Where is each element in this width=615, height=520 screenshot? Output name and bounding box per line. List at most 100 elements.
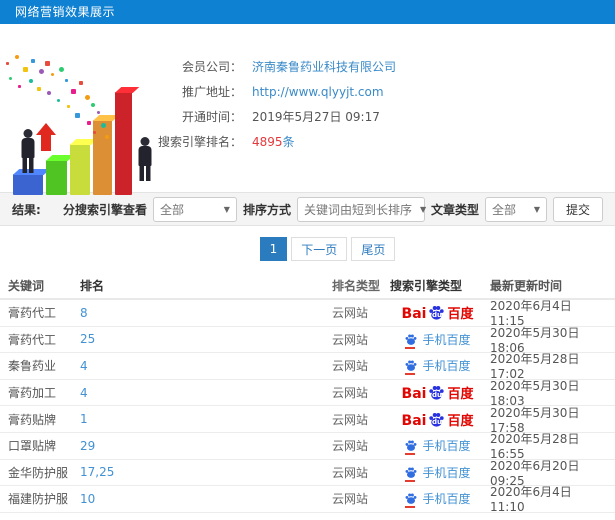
company-link[interactable]: 济南秦鲁药业科技有限公司 — [252, 58, 396, 75]
confetti-dot — [23, 67, 28, 72]
mobile-baidu-paw-icon — [404, 359, 418, 376]
column-header: 搜索引擎类型 — [390, 278, 463, 293]
mobile-baidu-logo: 手机百度 — [404, 490, 471, 509]
column-header: 最新更新时间 — [490, 278, 563, 293]
ranking-table: 关键词 排名 排名类型 搜索引擎类型 最新更新时间 膏药代工 8 云网站 Bai du … — [0, 272, 615, 514]
pagination: 1 下一页 尾页 — [0, 226, 615, 272]
sort-selected-value: 关键词由短到长排序 — [303, 202, 412, 217]
illustration-bar-green — [46, 160, 67, 195]
confetti-dot — [75, 113, 80, 118]
confetti-dot — [101, 123, 106, 128]
open-time-label: 开通时间： — [181, 110, 242, 124]
account-info-fields: 会员公司： 济南秦鲁药业科技有限公司 推广地址： http://www.qlyy… — [130, 54, 600, 154]
rank-link[interactable]: 25 — [80, 332, 95, 346]
baidu-paw-icon: du — [427, 384, 446, 401]
article-type-select[interactable]: 全部 ▼ — [484, 196, 547, 222]
rank-cell: 4 — [80, 386, 332, 400]
account-info-section: 会员公司： 济南秦鲁药业科技有限公司 推广地址： http://www.qlyy… — [0, 24, 615, 195]
rank-cell: 1 — [80, 412, 332, 426]
filter-controls: 分搜索引擎查看 全部 ▼ 排序方式 关键词由短到长排序 ▼ 文章类型 全部 ▼ … — [63, 196, 603, 222]
article-type-selected-value: 全部 — [491, 202, 516, 217]
engine-cell: Bai du 百度 — [390, 411, 485, 428]
confetti-dot — [87, 121, 91, 125]
baidu-logo: Bai du 百度 — [402, 411, 474, 429]
confetti-dot — [105, 135, 109, 139]
rank-count-unit: 条 — [282, 135, 295, 149]
baidu-logo-bai-text: Bai — [401, 306, 427, 323]
article-type-label: 文章类型 — [430, 202, 479, 217]
promo-url-label: 推广地址： — [181, 85, 242, 99]
confetti-dot — [57, 99, 60, 102]
confetti-dot — [47, 91, 51, 95]
table-row: 膏药代工 8 云网站 Bai du 百度 2020年6月4日 11:15 — [0, 299, 615, 328]
confetti-dot — [29, 79, 33, 83]
confetti-dot — [93, 131, 96, 134]
rank-link[interactable]: 17,25 — [80, 465, 114, 479]
chevron-down-icon: ▼ — [223, 204, 230, 214]
rank-cell: 4 — [80, 359, 332, 373]
confetti-dot — [18, 85, 21, 88]
baidu-logo-cn-text: 百度 — [447, 413, 474, 429]
confetti-dot — [91, 103, 95, 107]
businessman-figure-left — [21, 129, 35, 174]
window-title-bar: 网络营销效果展示 — [0, 0, 615, 24]
illustration-bar-blue — [13, 174, 43, 195]
baidu-logo: Bai du 百度 — [401, 304, 474, 323]
rank-cell: 25 — [80, 332, 332, 346]
table-row: 福建防护服 10 云网站 手机百度 2020年6月4日 11:10 — [0, 485, 615, 514]
rank-link[interactable]: 4 — [80, 359, 88, 373]
rank-count-value: 4895条 — [252, 133, 295, 150]
mobile-baidu-label: 手机百度 — [422, 439, 471, 454]
last-page-button[interactable]: 尾页 — [351, 237, 396, 261]
keyword-cell: 膏药代工 — [8, 306, 57, 321]
mobile-baidu-logo: 手机百度 — [404, 357, 471, 376]
illustration-bar-yellow — [70, 144, 90, 195]
confetti-dot — [15, 55, 19, 59]
engine-cell: Bai du 百度 — [390, 304, 485, 321]
keyword-cell: 秦鲁药业 — [8, 359, 57, 374]
page-button-current[interactable]: 1 — [259, 237, 288, 261]
table-row: 膏药代工 25 云网站 手机百度 2020年5月30日 18:06 — [0, 326, 615, 355]
rank-link[interactable]: 29 — [80, 439, 95, 453]
confetti-dot — [6, 62, 9, 65]
next-page-button[interactable]: 下一页 — [291, 237, 348, 261]
confetti-dot — [79, 81, 83, 85]
promo-url-link[interactable]: http://www.qlyyjt.com — [252, 85, 384, 99]
table-row: 秦鲁药业 4 云网站 手机百度 2020年5月28日 17:02 — [0, 352, 615, 381]
mobile-baidu-paw-icon — [404, 492, 418, 509]
submit-button[interactable]: 提交 — [552, 196, 603, 222]
engine-cell: Bai du 百度 — [390, 384, 485, 401]
sort-label: 排序方式 — [242, 202, 291, 217]
keyword-cell: 口罩贴牌 — [8, 439, 57, 454]
baidu-logo-bai-text: Bai — [401, 386, 427, 403]
rank-link[interactable]: 1 — [80, 412, 88, 426]
engine-view-selected-value: 全部 — [159, 202, 184, 217]
keyword-cell: 膏药贴牌 — [8, 412, 57, 427]
sort-select[interactable]: 关键词由短到长排序 ▼ — [296, 196, 427, 222]
info-row-company: 会员公司： 济南秦鲁药业科技有限公司 — [130, 54, 600, 79]
confetti-dot — [45, 61, 50, 66]
confetti-dot — [37, 87, 41, 91]
engine-cell: 手机百度 — [390, 490, 485, 509]
mobile-baidu-label: 手机百度 — [422, 359, 471, 374]
rank-type-cell: 云网站 — [332, 412, 369, 427]
chevron-down-icon: ▼ — [419, 204, 427, 214]
rank-count-number: 4895 — [252, 135, 283, 149]
engine-view-select[interactable]: 全部 ▼ — [152, 196, 237, 222]
mobile-baidu-paw-icon — [404, 466, 418, 482]
rank-link[interactable]: 8 — [80, 306, 88, 320]
baidu-logo-du-text: du — [431, 417, 442, 426]
mobile-baidu-label: 手机百度 — [422, 492, 471, 507]
mobile-baidu-logo: 手机百度 — [404, 464, 471, 482]
baidu-paw-icon: du — [427, 411, 446, 428]
rank-link[interactable]: 4 — [80, 386, 88, 400]
confetti-dot — [97, 111, 100, 114]
confetti-dot — [71, 89, 76, 94]
mobile-baidu-label: 手机百度 — [422, 332, 471, 347]
engine-cell: 手机百度 — [390, 357, 485, 376]
confetti-dot — [51, 73, 54, 76]
rank-link[interactable]: 10 — [80, 492, 95, 506]
page-title: 网络营销效果展示 — [15, 5, 116, 19]
baidu-logo-cn-text: 百度 — [447, 307, 474, 323]
confetti-dot — [65, 79, 68, 82]
